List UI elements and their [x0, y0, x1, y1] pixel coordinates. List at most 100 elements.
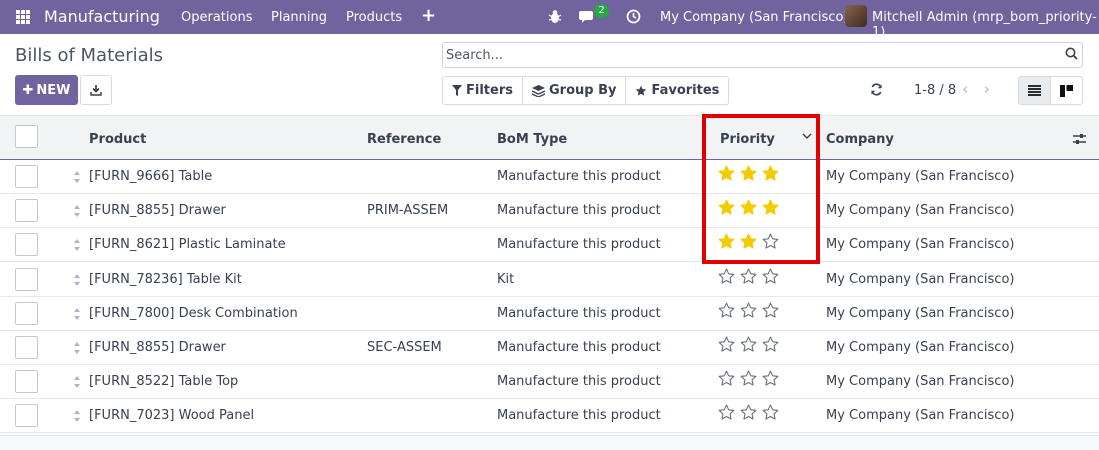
download-button[interactable] [80, 75, 112, 105]
priority-widget[interactable] [718, 336, 779, 353]
menu-planning[interactable]: Planning [271, 10, 327, 25]
star-filled-icon[interactable] [762, 165, 779, 182]
star-filled-icon[interactable] [740, 165, 757, 182]
star-empty-icon[interactable] [740, 404, 757, 421]
star-empty-icon[interactable] [740, 370, 757, 387]
search-bar[interactable] [442, 42, 1083, 68]
column-header-company[interactable]: Company [826, 132, 894, 147]
star-empty-icon[interactable] [762, 302, 779, 319]
row-checkbox[interactable] [15, 336, 38, 359]
drag-handle-icon[interactable] [73, 204, 81, 218]
row-checkbox[interactable] [15, 267, 38, 291]
priority-widget[interactable] [718, 233, 779, 250]
optional-columns-icon[interactable] [1073, 133, 1086, 145]
list-view-button[interactable] [1018, 76, 1051, 105]
column-header-bom-type[interactable]: BoM Type [497, 132, 567, 147]
product-cell[interactable]: [FURN_78236] Table Kit [89, 272, 242, 287]
star-filled-icon[interactable] [718, 199, 735, 216]
product-cell[interactable]: [FURN_7023] Wood Panel [89, 408, 254, 423]
search-input[interactable] [443, 43, 1043, 67]
table-row[interactable]: [FURN_8855] Drawer SEC-ASSEM Manufacture t… [0, 331, 1099, 365]
table-row[interactable]: [FURN_8621] Plastic Laminate Manufacture … [0, 228, 1099, 263]
star-empty-icon[interactable] [718, 370, 735, 387]
star-empty-icon[interactable] [718, 336, 735, 353]
priority-widget[interactable] [718, 268, 779, 285]
drag-handle-icon[interactable] [73, 409, 81, 423]
row-checkbox[interactable] [15, 233, 38, 257]
row-checkbox[interactable] [15, 301, 38, 325]
star-empty-icon[interactable] [740, 336, 757, 353]
column-header-priority[interactable]: Priority [720, 132, 775, 147]
row-checkbox[interactable] [15, 165, 38, 188]
new-button[interactable]: ✚ NEW [15, 75, 78, 105]
menu-operations[interactable]: Operations [181, 10, 252, 25]
bug-icon[interactable] [548, 9, 562, 24]
table-row[interactable]: [FURN_8522] Table Top Manufacture this pr… [0, 365, 1099, 400]
star-empty-icon[interactable] [718, 404, 735, 421]
select-all-checkbox[interactable] [15, 125, 38, 148]
table-row[interactable]: [FURN_7023] Wood Panel Manufacture this p… [0, 399, 1099, 434]
star-filled-icon[interactable] [740, 233, 757, 250]
pager-previous-icon[interactable]: ‹ [962, 80, 968, 98]
plus-icon[interactable]: + [421, 5, 436, 26]
product-cell[interactable]: [FURN_8621] Plastic Laminate [89, 237, 286, 252]
row-checkbox[interactable] [15, 199, 38, 223]
star-empty-icon[interactable] [762, 336, 779, 353]
apps-menu-icon[interactable] [16, 10, 30, 24]
pager-next-icon[interactable]: › [984, 80, 990, 98]
filters-button[interactable]: Filters [443, 77, 522, 104]
chevron-down-icon[interactable] [802, 133, 812, 140]
priority-widget[interactable] [718, 199, 779, 216]
product-cell[interactable]: [FURN_8855] Drawer [89, 203, 226, 218]
star-empty-icon[interactable] [718, 302, 735, 319]
star-filled-icon[interactable] [718, 233, 735, 250]
drag-handle-icon[interactable] [73, 273, 81, 287]
star-filled-icon[interactable] [762, 199, 779, 216]
kanban-view-icon [1060, 84, 1073, 97]
company-switcher[interactable]: My Company (San Francisco) [660, 10, 848, 25]
star-icon [636, 85, 647, 96]
column-header-reference[interactable]: Reference [367, 132, 441, 147]
groupby-button[interactable]: Group By [521, 77, 625, 104]
pager-value[interactable]: 1-8 / 8 [914, 83, 956, 98]
row-checkbox[interactable] [15, 370, 38, 394]
star-empty-icon[interactable] [740, 268, 757, 285]
drag-handle-icon[interactable] [73, 238, 81, 252]
priority-widget[interactable] [718, 302, 779, 319]
product-cell[interactable]: [FURN_8522] Table Top [89, 374, 238, 389]
star-empty-icon[interactable] [718, 268, 735, 285]
search-icon[interactable] [1065, 47, 1078, 60]
clock-icon[interactable] [626, 9, 641, 24]
priority-widget[interactable] [718, 370, 779, 387]
table-row[interactable]: [FURN_9666] Table Manufacture this produc… [0, 160, 1099, 194]
drag-handle-icon[interactable] [73, 341, 81, 355]
app-name[interactable]: Manufacturing [44, 7, 160, 26]
menu-products[interactable]: Products [346, 10, 402, 25]
table-row[interactable]: [FURN_78236] Table Kit Kit My Company (San… [0, 262, 1099, 297]
product-cell[interactable]: [FURN_7800] Desk Combination [89, 306, 298, 321]
drag-handle-icon[interactable] [73, 307, 81, 321]
star-empty-icon[interactable] [740, 302, 757, 319]
drag-handle-icon[interactable] [73, 375, 81, 389]
kanban-view-button[interactable] [1050, 76, 1083, 105]
bom-type-cell: Manufacture this product [497, 237, 661, 253]
avatar[interactable] [845, 5, 867, 27]
refresh-icon[interactable] [870, 83, 883, 96]
column-header-product[interactable]: Product [89, 132, 146, 147]
favorites-button[interactable]: Favorites [625, 77, 728, 104]
star-empty-icon[interactable] [762, 370, 779, 387]
user-menu[interactable]: Mitchell Admin (mrp_bom_priority-1) [872, 10, 1099, 40]
table-row[interactable]: [FURN_7800] Desk Combination Manufacture … [0, 296, 1099, 331]
row-checkbox[interactable] [15, 404, 38, 428]
star-empty-icon[interactable] [762, 404, 779, 421]
product-cell[interactable]: [FURN_9666] Table [89, 169, 212, 184]
star-empty-icon[interactable] [762, 268, 779, 285]
table-row[interactable]: [FURN_8855] Drawer PRIM-ASSEM Manufacture … [0, 194, 1099, 229]
priority-widget[interactable] [718, 404, 779, 421]
star-filled-icon[interactable] [740, 199, 757, 216]
star-empty-icon[interactable] [762, 233, 779, 250]
product-cell[interactable]: [FURN_8855] Drawer [89, 340, 226, 355]
priority-widget[interactable] [718, 165, 779, 182]
drag-handle-icon[interactable] [73, 170, 81, 184]
star-filled-icon[interactable] [718, 165, 735, 182]
